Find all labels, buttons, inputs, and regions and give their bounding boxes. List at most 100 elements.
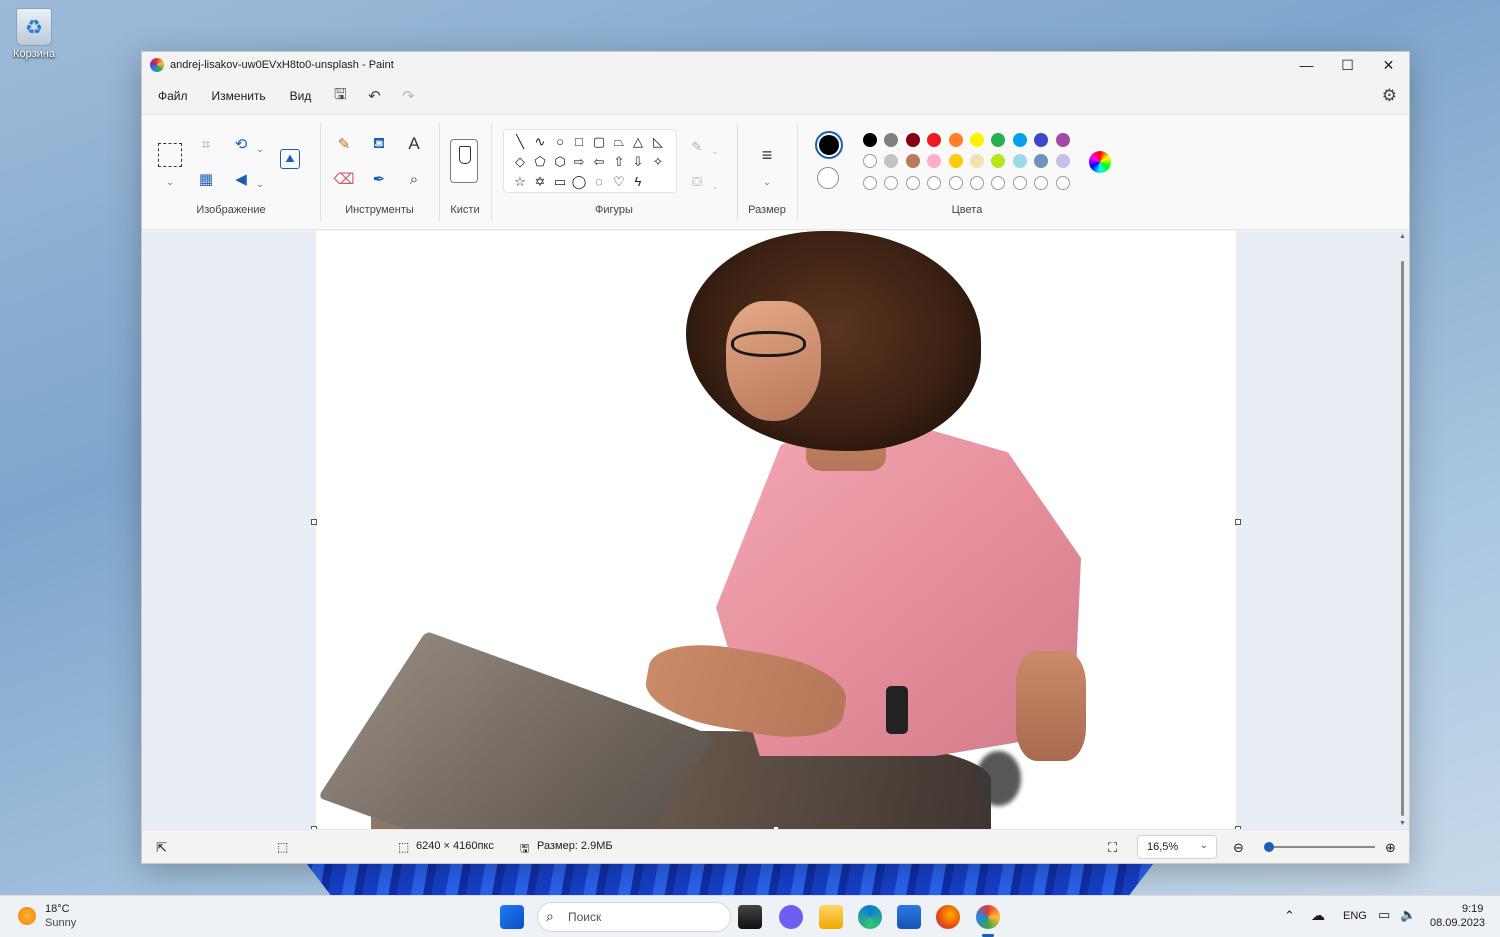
rect-callout-shape-icon[interactable]: ▭ [551,173,569,191]
canvas-resize-handle-right[interactable] [1235,519,1241,525]
shape-outline-icon[interactable]: ✎ [685,135,709,159]
paint-taskbar-icon[interactable] [976,905,1000,929]
hexagon-shape-icon[interactable]: ⬡ [551,153,569,171]
zoom-select[interactable]: 16,5% ⌄ [1137,835,1217,859]
palette-color-swatch[interactable] [863,133,877,147]
custom-color-slot[interactable] [905,175,920,190]
language-indicator[interactable]: ENG [1343,910,1367,922]
fit-to-window-icon[interactable]: ⛶ [1108,840,1117,856]
palette-color-swatch[interactable] [905,133,920,147]
left-arrow-shape-icon[interactable]: ⇦ [590,153,608,171]
recycle-bin-shortcut[interactable]: Корзина [8,8,60,60]
close-button[interactable]: ✕ [1368,52,1409,78]
undo-icon[interactable]: ↶ [357,87,391,105]
custom-color-slot[interactable] [991,175,1006,190]
menu-view[interactable]: Вид [278,89,324,103]
custom-color-slot[interactable] [863,175,877,190]
onedrive-cloud-icon[interactable]: ☁ [1311,907,1325,924]
redo-icon[interactable]: ↷ [391,87,425,105]
scroll-down-arrow-icon[interactable]: ▼ [1399,820,1406,827]
palette-color-swatch[interactable] [863,154,877,169]
palette-color-swatch[interactable] [948,133,963,147]
palette-color-swatch[interactable] [927,154,942,169]
palette-color-swatch[interactable] [1012,133,1027,147]
palette-color-swatch[interactable] [884,133,899,147]
task-view-icon[interactable] [738,905,762,929]
resize-icon[interactable]: ▦ [194,167,218,191]
color-picker-icon[interactable]: ✒ [367,167,391,191]
five-point-star-shape-icon[interactable]: ☆ [511,173,529,191]
custom-color-slot[interactable] [1034,175,1049,190]
flip-icon[interactable]: ◀ [229,167,253,191]
save-icon[interactable]: 🖫 [323,84,357,109]
edit-colors-icon[interactable] [1089,151,1111,173]
palette-color-swatch[interactable] [1055,133,1070,147]
menu-edit[interactable]: Изменить [200,89,278,103]
remove-background-icon[interactable]: ⛰ [280,149,300,169]
palette-color-swatch[interactable] [948,154,963,169]
teams-chat-icon[interactable] [779,905,803,929]
zoom-out-icon[interactable]: ⊖ [1233,840,1244,856]
triangle-shape-icon[interactable]: △ [629,133,647,151]
size-dropdown-icon[interactable]: ⌄ [761,170,773,194]
palette-color-swatch[interactable] [1012,154,1027,169]
taskbar-search[interactable]: ⌕ Поиск [537,902,731,932]
text-icon[interactable]: A [402,132,426,156]
firefox-icon[interactable] [936,905,960,929]
zoom-slider-thumb[interactable] [1264,842,1274,852]
crop-icon[interactable]: ⌗ [194,132,218,156]
palette-color-swatch[interactable] [991,154,1006,169]
maximize-button[interactable]: ☐ [1327,52,1368,78]
minimize-button[interactable]: — [1286,52,1327,78]
network-icon[interactable]: ▭ [1378,907,1390,923]
volume-icon[interactable]: 🔈 [1400,907,1416,923]
custom-color-slot[interactable] [1055,175,1070,190]
palette-color-swatch[interactable] [1055,154,1070,169]
menu-file[interactable]: Файл [146,89,200,103]
line-width-icon[interactable]: ≡ [755,143,779,167]
zoom-in-icon[interactable]: ⊕ [1385,840,1396,856]
right-triangle-shape-icon[interactable]: ◺ [649,133,667,151]
select-icon[interactable] [158,143,182,167]
rotate-dropdown-icon[interactable]: ⌄ [254,137,266,161]
rotate-icon[interactable]: ⟲ [229,132,253,156]
oval-shape-icon[interactable]: ○ [551,133,569,151]
canvas-resize-handle-left[interactable] [311,519,317,525]
scrollbar-thumb[interactable] [1401,261,1404,816]
heart-shape-icon[interactable]: ♡ [610,173,628,191]
oval-callout-shape-icon[interactable]: ◯ [570,173,588,191]
flip-dropdown-icon[interactable]: ⌄ [254,172,266,196]
edge-browser-icon[interactable] [858,905,882,929]
rounded-rectangle-shape-icon[interactable]: ▢ [590,133,608,151]
magnifier-icon[interactable]: ⌕ [402,167,426,191]
clock-time[interactable]: 9:19 [1462,903,1483,915]
settings-gear-icon[interactable]: ⚙ [1382,86,1397,106]
down-arrow-shape-icon[interactable]: ⇩ [629,153,647,171]
palette-color-swatch[interactable] [991,133,1006,147]
custom-color-slot[interactable] [970,175,984,190]
curve-shape-icon[interactable]: ∿ [531,133,549,151]
lightning-shape-icon[interactable]: ϟ [629,173,647,191]
polygon-shape-icon[interactable]: ⏢ [610,133,628,151]
diamond-shape-icon[interactable]: ◇ [511,153,529,171]
rectangle-shape-icon[interactable]: □ [570,133,588,151]
primary-color-swatch[interactable] [815,131,843,159]
store-icon[interactable] [897,905,921,929]
select-dropdown-icon[interactable]: ⌄ [164,170,176,194]
clock-date[interactable]: 08.09.2023 [1430,917,1485,929]
six-point-star-shape-icon[interactable]: ✡ [531,173,549,191]
custom-color-slot[interactable] [884,175,899,190]
start-button[interactable] [500,905,524,929]
brush-icon[interactable] [450,139,478,183]
pencil-icon[interactable]: ✎ [332,132,356,156]
file-explorer-icon[interactable] [819,905,843,929]
secondary-color-swatch[interactable] [817,167,839,189]
eraser-icon[interactable]: ⌫ [332,167,356,191]
fill-dropdown-icon[interactable]: ⌄ [709,174,721,198]
palette-color-swatch[interactable] [905,154,920,169]
palette-color-swatch[interactable] [970,154,984,169]
show-hidden-icons-chevron-icon[interactable]: ⌃ [1284,908,1295,924]
pentagon-shape-icon[interactable]: ⬠ [531,153,549,171]
right-arrow-shape-icon[interactable]: ⇨ [570,153,588,171]
zoom-slider[interactable] [1264,842,1375,852]
